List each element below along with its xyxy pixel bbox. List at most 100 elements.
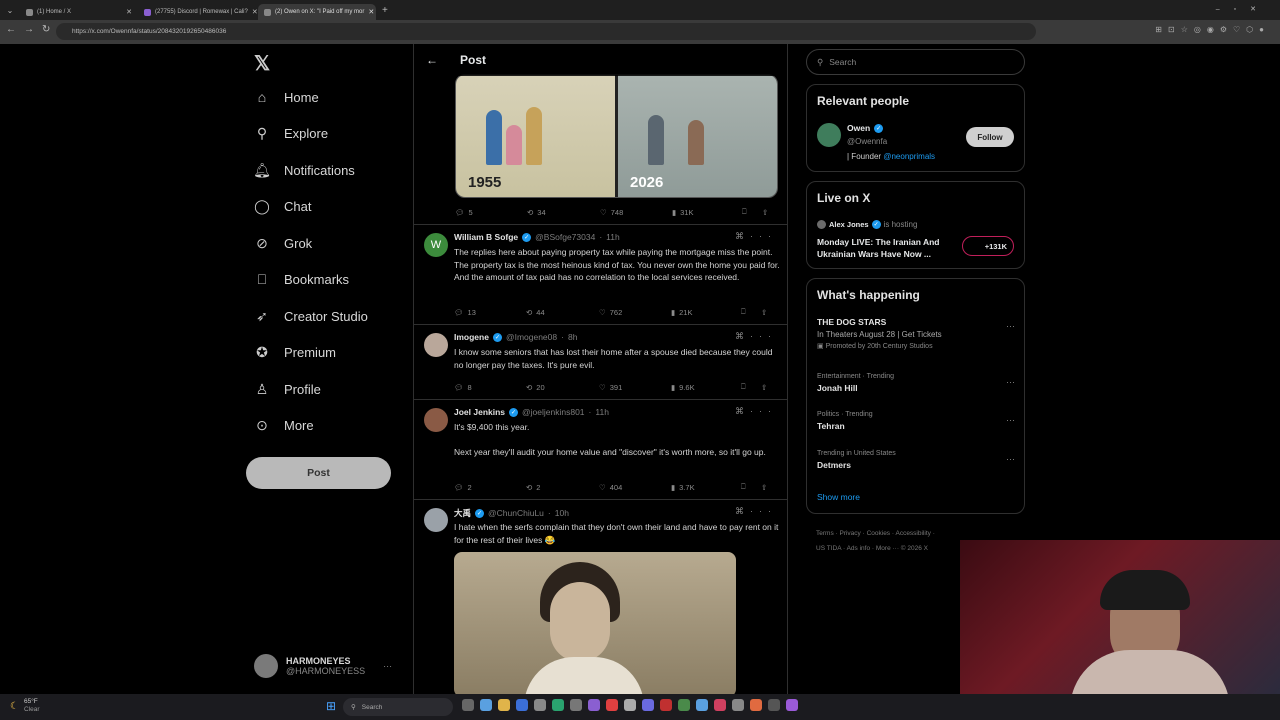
tweet-menu-icons[interactable]: ⌘··· — [735, 231, 777, 242]
more-icon[interactable]: ··· — [1006, 454, 1015, 464]
search-input[interactable]: ⚲ Search — [806, 49, 1025, 75]
avatar[interactable]: W — [424, 233, 448, 257]
trend-item[interactable]: Trending in United States Detmers ··· — [817, 450, 1015, 470]
views-button[interactable]: ▮ 31K — [672, 208, 742, 217]
extension-icons[interactable]: ⊞⊡☆◎◉⚙♡⬡● — [1155, 25, 1270, 34]
views-button[interactable]: ▮ 21K — [671, 308, 741, 317]
footer-link[interactable]: Accessibility — [895, 530, 930, 537]
tweet-menu-icons[interactable]: ⌘··· — [735, 406, 777, 417]
weather-widget[interactable]: ☾ 65°F Clear — [10, 698, 40, 714]
timestamp[interactable]: 11h — [606, 232, 620, 242]
reply-button[interactable]: 💬︎ 8 — [454, 383, 526, 392]
views-button[interactable]: ▮ 3.7K — [671, 483, 741, 492]
repost-button[interactable]: ⟲ 44 — [526, 308, 599, 317]
reply-tweet[interactable]: Imogene ✓ @Imogene08 · 8h ⌘··· I know some s… — [414, 325, 787, 400]
close-icon[interactable]: ✕ — [368, 8, 374, 16]
follow-button[interactable]: Follow — [966, 127, 1014, 147]
more-icon[interactable]: ··· — [1006, 377, 1015, 387]
footer-link[interactable]: Cookies — [867, 530, 890, 537]
timestamp[interactable]: 8h — [568, 332, 577, 342]
repost-button[interactable]: ⟲ 34 — [527, 208, 600, 217]
sidebar-item-profile[interactable]: ♙ Profile — [254, 381, 321, 397]
live-title[interactable]: Monday LIVE: The Iranian And Ukrainian W… — [817, 236, 957, 260]
tweet-image[interactable] — [454, 552, 736, 694]
bookmark-icon[interactable]: ⎕ — [741, 482, 761, 492]
like-button[interactable]: ♡ 762 — [599, 308, 671, 317]
author-handle[interactable]: @ChunChiuLu — [488, 508, 544, 518]
bookmark-icon[interactable]: ⎕ — [742, 207, 762, 217]
share-icon[interactable]: ⇧ — [762, 208, 768, 217]
sidebar-item-bookmarks[interactable]: ⎕ Bookmarks — [254, 271, 349, 287]
browser-tab-owen[interactable]: (2) Owen on X: "I Paid off my mor ✕ — [258, 4, 376, 20]
reply-button[interactable]: 💬︎ 5 — [455, 208, 527, 217]
author-name[interactable]: Joel Jenkins — [454, 407, 505, 417]
close-icon[interactable]: ✕ — [126, 8, 132, 16]
trend-item[interactable]: Politics · Trending Tehran ··· — [817, 411, 1015, 431]
window-controls[interactable]: –▫✕ — [1216, 5, 1270, 13]
footer-link[interactable]: Privacy — [839, 530, 860, 537]
person-handle[interactable]: @Owennfa — [847, 137, 887, 146]
taskbar-apps[interactable] — [462, 699, 798, 711]
post-button[interactable]: Post — [246, 457, 391, 489]
host-name[interactable]: Alex Jones — [829, 220, 869, 229]
author-name[interactable]: Imogene — [454, 332, 489, 342]
sidebar-item-explore[interactable]: ⚲ Explore — [254, 125, 328, 141]
repost-button[interactable]: ⟲ 20 — [526, 383, 599, 392]
footer-link[interactable]: Ads info — [847, 545, 871, 552]
tab-menu-icon[interactable]: ⌄ — [0, 6, 20, 15]
trend-item[interactable]: Entertainment · Trending Jonah Hill ··· — [817, 373, 1015, 393]
avatar[interactable] — [424, 333, 448, 357]
x-logo-icon[interactable]: 𝕏 — [254, 51, 270, 76]
footer-link[interactable]: Terms — [816, 530, 834, 537]
like-button[interactable]: ♡ 391 — [599, 383, 671, 392]
sidebar-item-grok[interactable]: ⊘ Grok — [254, 235, 312, 251]
back-arrow-icon[interactable]: ← — [426, 53, 438, 67]
taskbar-search[interactable]: ⚲ Search — [343, 698, 453, 716]
more-icon[interactable]: ··· — [1006, 415, 1015, 425]
address-bar[interactable]: https://x.com/Owennfa/status/20843201926… — [56, 23, 1036, 40]
reply-tweet[interactable]: 大禹 ✓ @ChunChiuLu · 10h ⌘··· I hate when the … — [414, 500, 787, 694]
like-button[interactable]: ♡ 748 — [600, 208, 672, 217]
more-icon[interactable]: ··· — [383, 661, 392, 671]
avatar[interactable] — [817, 123, 841, 147]
browser-tab-home[interactable]: (1) Home / X ✕ — [20, 4, 138, 20]
avatar[interactable] — [424, 508, 448, 532]
close-icon[interactable]: ✕ — [252, 8, 258, 16]
bookmark-icon[interactable]: ⎕ — [741, 307, 761, 317]
share-icon[interactable]: ⇧ — [761, 483, 767, 492]
author-handle[interactable]: @BSofge73034 — [535, 232, 595, 242]
new-tab-icon[interactable]: + — [382, 5, 388, 16]
author-name[interactable]: 大禹 — [454, 507, 471, 519]
bio-link[interactable]: @neonprimals — [883, 152, 935, 161]
author-handle[interactable]: @joeljenkins801 — [522, 407, 585, 417]
person-name[interactable]: Owen — [847, 123, 870, 133]
like-button[interactable]: ♡ 404 — [599, 483, 671, 492]
repost-button[interactable]: ⟲ 2 — [526, 483, 599, 492]
tweet-menu-icons[interactable]: ⌘··· — [735, 506, 777, 517]
timestamp[interactable]: 10h — [555, 508, 569, 518]
sidebar-item-chat[interactable]: ◯ Chat — [254, 198, 311, 214]
more-icon[interactable]: ··· — [1006, 321, 1015, 331]
share-icon[interactable]: ⇧ — [761, 383, 767, 392]
footer-link[interactable]: US TIDA — [816, 545, 841, 552]
show-more-link[interactable]: Show more — [817, 492, 860, 502]
reply-button[interactable]: 💬︎ 2 — [454, 483, 526, 492]
reply-tweet[interactable]: Joel Jenkins ✓ @joeljenkins801 · 11h ⌘··· It… — [414, 400, 787, 500]
windows-start-icon[interactable]: ⊞ — [326, 699, 336, 713]
author-handle[interactable]: @Imogene08 — [506, 332, 557, 342]
bookmark-icon[interactable]: ⎕ — [741, 382, 761, 392]
footer-link[interactable]: More ··· — [876, 545, 899, 552]
timestamp[interactable]: 11h — [595, 407, 609, 417]
live-listeners-badge[interactable]: +131K — [962, 236, 1014, 256]
trend-item[interactable]: THE DOG STARS In Theaters August 28 | Ge… — [817, 317, 1015, 350]
avatar[interactable] — [424, 408, 448, 432]
sidebar-item-creator-studio[interactable]: ➶ Creator Studio — [254, 308, 368, 324]
sidebar-item-premium[interactable]: ✪ Premium — [254, 344, 336, 360]
reply-button[interactable]: 💬︎ 13 — [454, 308, 526, 317]
browser-tab-discord[interactable]: (27755) Discord | Romewax | Cali? ✕ — [138, 4, 258, 20]
reply-tweet[interactable]: W William B Sofge ✓ @BSofge73034 · 11h ⌘··· … — [414, 225, 787, 325]
account-switcher[interactable]: HARMONEYES @HARMONEYESS ··· — [254, 654, 392, 678]
views-button[interactable]: ▮ 9.6K — [671, 383, 741, 392]
sidebar-item-more[interactable]: ⊙ More — [254, 417, 314, 433]
sidebar-item-notifications[interactable]: 🔔︎ Notifications — [253, 162, 355, 178]
